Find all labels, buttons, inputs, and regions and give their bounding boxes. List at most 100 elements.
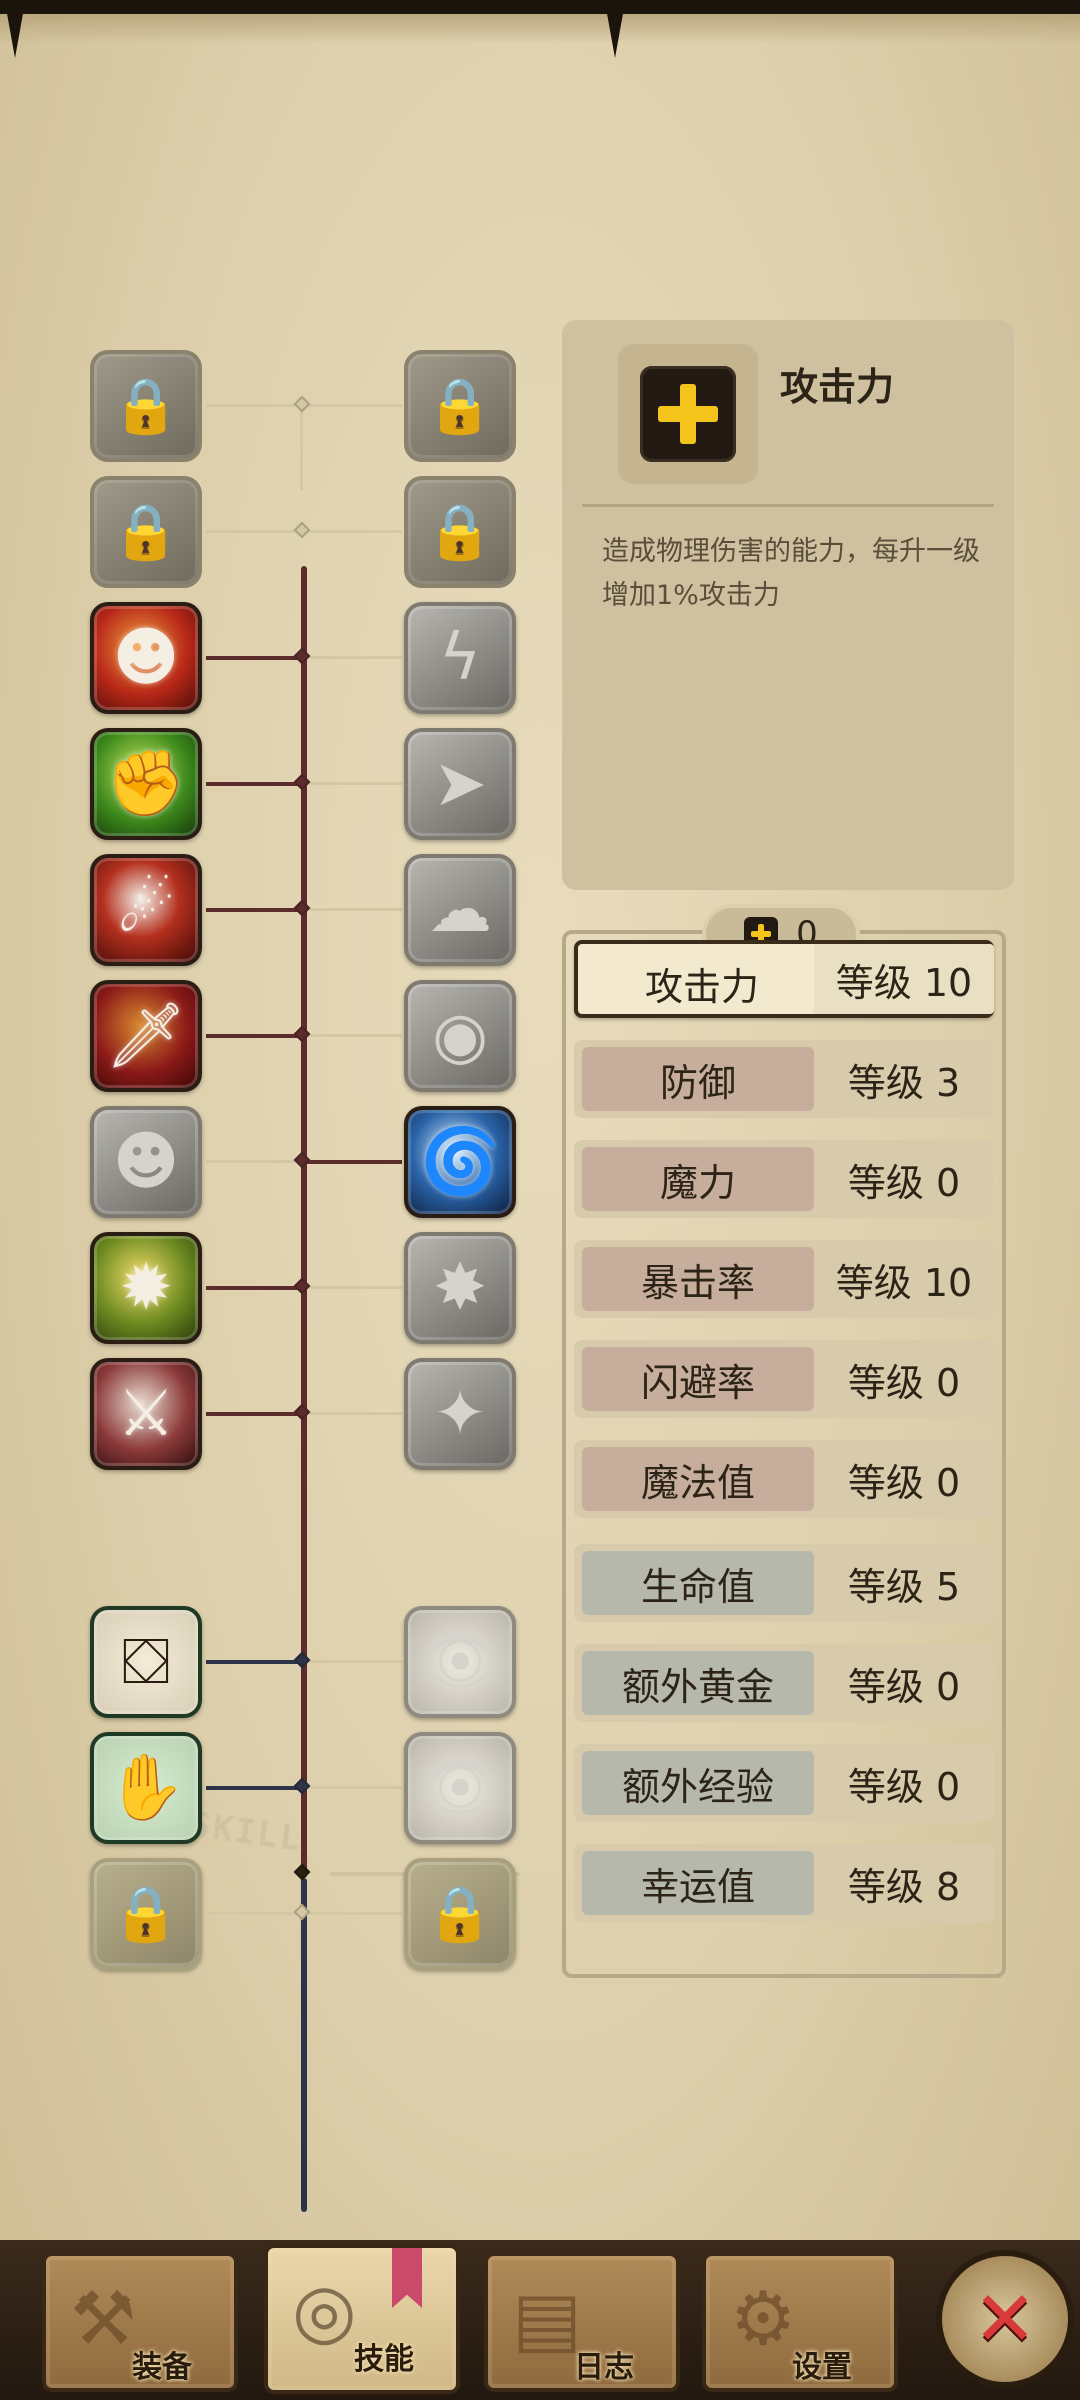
right-connector [306, 1412, 402, 1415]
left-skill-slot[interactable]: ☄ [90, 854, 202, 966]
tree-node [293, 1403, 311, 1421]
stat-row[interactable]: 防御 等级 3 [574, 1040, 994, 1118]
stat-row[interactable]: 魔法值 等级 0 [574, 1440, 994, 1518]
ink-drip [6, 8, 24, 58]
right-skill-slot[interactable]: 👁 [404, 1606, 516, 1718]
left-connector [206, 1034, 302, 1038]
right-connector [306, 404, 402, 407]
left-skill-slot[interactable]: 🗡 [90, 980, 202, 1092]
stat-row[interactable]: 生命值 等级 5 [574, 1544, 994, 1622]
stat-row[interactable]: 攻击力 等级 10 [574, 940, 994, 1018]
sparkle-skill-icon: ✦ [433, 1377, 487, 1451]
right-skill-slot[interactable]: ✸ [404, 1232, 516, 1344]
right-skill-slot[interactable]: 🔒 [404, 476, 516, 588]
left-connector [206, 782, 302, 786]
right-connector [306, 1660, 402, 1663]
stat-row[interactable]: 幸运值 等级 8 [574, 1844, 994, 1922]
tab-label: 装备 [132, 2350, 192, 2385]
right-skill-slot[interactable]: ◉ [404, 980, 516, 1092]
left-skill-slot[interactable]: ✹ [90, 1232, 202, 1344]
stat-level: 等级 0 [847, 1664, 961, 1709]
stat-level: 等级 5 [847, 1564, 961, 1609]
right-skill-slot[interactable]: 🌀 [404, 1106, 516, 1218]
left-connector [206, 404, 302, 407]
charge-skill-icon: ➤ [433, 747, 487, 821]
right-skill-slot[interactable]: ☁ [404, 854, 516, 966]
right-skill-slot[interactable]: 👁 [404, 1732, 516, 1844]
tab-label: 技能 [354, 2342, 414, 2377]
skill-section-label: SKILL [187, 1804, 305, 1860]
tree-node [293, 773, 311, 791]
close-button[interactable]: ✕ [936, 2250, 1074, 2388]
stat-level: 等级 0 [847, 1160, 961, 1205]
left-skill-slot[interactable]: ✋ [90, 1732, 202, 1844]
gear-icon: ⚙ [730, 2276, 797, 2362]
stat-name: 暴击率 [582, 1247, 814, 1311]
left-skill-slot[interactable]: 🔒 [90, 1858, 202, 1970]
tree-node [293, 899, 311, 917]
right-connector [306, 1786, 402, 1789]
top-border [0, 0, 1080, 14]
shadow-skill-icon: ☻ [112, 1125, 180, 1199]
stat-name: 生命值 [582, 1551, 814, 1615]
left-skill-slot[interactable]: 🔒 [90, 350, 202, 462]
left-connector [206, 1286, 302, 1290]
right-skill-slot[interactable]: 🔒 [404, 1858, 516, 1970]
tab-4[interactable]: ⚙ 设置 [702, 2252, 898, 2392]
left-skill-slot[interactable]: ⛋ [90, 1606, 202, 1718]
whirlwind-slash-skill-icon: 🌀 [420, 1125, 500, 1199]
right-skill-slot[interactable]: ➤ [404, 728, 516, 840]
gear-ring-icon: ◎ [292, 2268, 357, 2354]
explosion-skill-icon: ✸ [433, 1251, 487, 1325]
right-connector [306, 1034, 402, 1037]
stat-row[interactable]: 魔力 等级 0 [574, 1140, 994, 1218]
stat-level: 等级 10 [814, 944, 994, 1014]
locked-skill-icon: 🔒 [112, 500, 180, 563]
locked-skill-icon: 🔒 [426, 374, 494, 437]
ink-drip [606, 8, 624, 58]
right-connector [306, 530, 402, 533]
tree-node [293, 521, 311, 539]
stat-row[interactable]: 额外黄金 等级 0 [574, 1644, 994, 1722]
skill-tree: SKILL 🔒 🔒 ☻ ✊ ☄ 🗡 ☻ ✹ ⚔ ⛋ ✋ 🔒 🔒 🔒 ϟ ➤ ☁ ◉ 🌀 ✸ ✦ 👁 👁 🔒 [0, 330, 560, 2212]
right-connector [306, 1286, 402, 1289]
info-divider [582, 504, 994, 507]
left-connector [206, 1660, 302, 1664]
left-connector [206, 656, 302, 660]
flex-arm-skill-icon: ✊ [106, 747, 186, 821]
tab-2[interactable]: ◎ 技能 [264, 2244, 460, 2394]
dagger-skill-icon: 🗡 [105, 999, 187, 1073]
scroll-icon: ▤ [512, 2276, 582, 2362]
right-connector [306, 1912, 402, 1915]
smoke-skill-icon: ☁ [428, 873, 492, 947]
tree-trunk-lower [301, 1878, 307, 2212]
stat-row[interactable]: 暴击率 等级 10 [574, 1240, 994, 1318]
left-skill-slot[interactable]: ☻ [90, 602, 202, 714]
skill-info-panel: 攻击力 造成物理伤害的能力，每升一级增加1%攻击力 [562, 320, 1014, 890]
stat-name: 额外黄金 [582, 1651, 814, 1715]
tree-node [293, 395, 311, 413]
info-description: 造成物理伤害的能力，每升一级增加1%攻击力 [602, 536, 980, 611]
right-skill-slot[interactable]: 🔒 [404, 350, 516, 462]
tab-1[interactable]: ⚒ 装备 [42, 2252, 238, 2392]
left-skill-slot[interactable]: ✊ [90, 728, 202, 840]
tab-3[interactable]: ▤ 日志 [484, 2252, 680, 2392]
right-connector [306, 908, 402, 911]
left-skill-slot[interactable]: 🔒 [90, 476, 202, 588]
stat-name: 魔力 [582, 1147, 814, 1211]
left-connector [206, 908, 302, 912]
eye-chest-skill-icon: 👁 [419, 1751, 501, 1825]
stat-row[interactable]: 闪避率 等级 0 [574, 1340, 994, 1418]
left-skill-slot[interactable]: ⚔ [90, 1358, 202, 1470]
right-connector [306, 782, 402, 785]
left-skill-slot[interactable]: ☻ [90, 1106, 202, 1218]
tab-label: 设置 [792, 2350, 852, 2385]
right-skill-slot[interactable]: ϟ [404, 602, 516, 714]
tab-label: 日志 [574, 2350, 634, 2385]
right-skill-slot[interactable]: ✦ [404, 1358, 516, 1470]
tree-node [293, 1651, 311, 1669]
stat-row[interactable]: 额外经验 等级 0 [574, 1744, 994, 1822]
plus-icon [640, 366, 736, 462]
top-border-shadow [0, 14, 1080, 44]
tree-guide-line [300, 400, 303, 490]
